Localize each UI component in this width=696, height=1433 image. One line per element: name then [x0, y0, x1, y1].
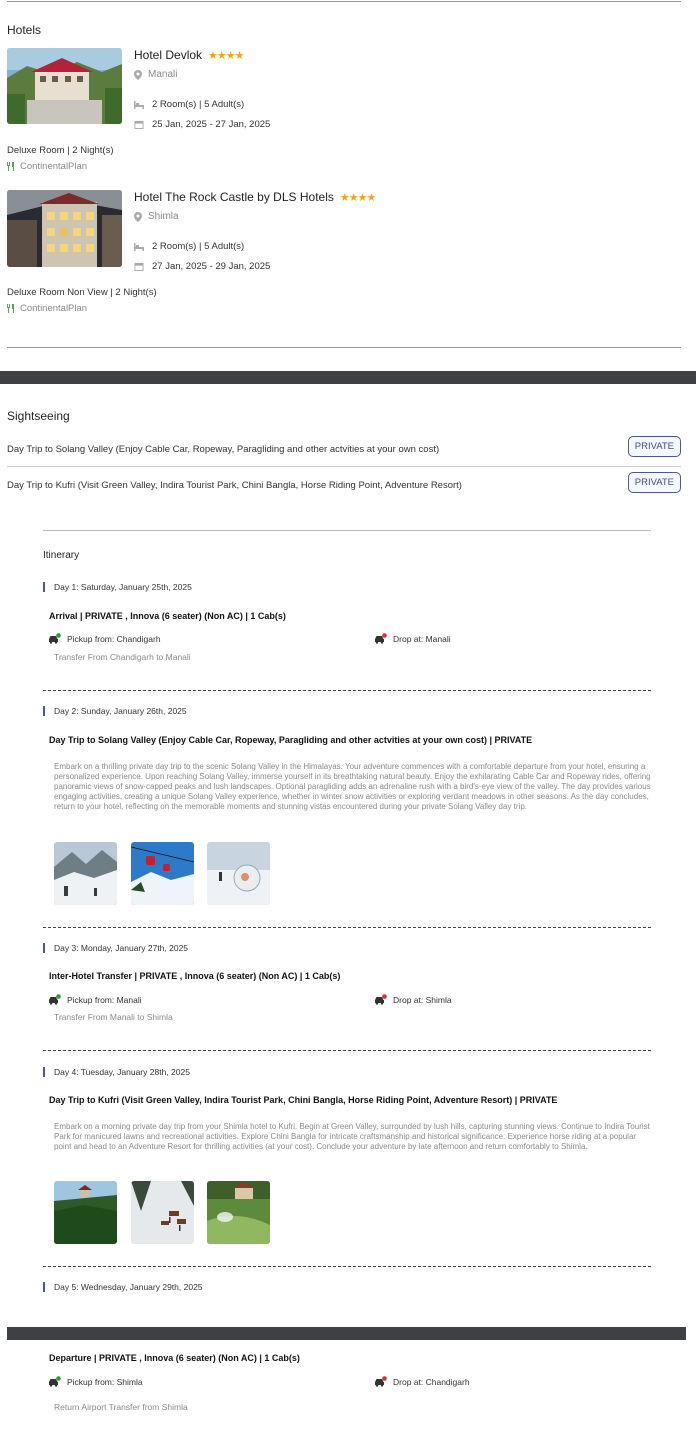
hotel-name-text: Hotel The Rock Castle by DLS Hotels	[134, 190, 334, 204]
day-divider	[43, 927, 651, 928]
activity-photo-cablecar[interactable]	[131, 842, 194, 905]
day-header: Day 5: Wednesday, January 29th, 2025	[43, 1282, 203, 1292]
plan-text: ContinentalPlan	[20, 161, 88, 172]
activity-description: Embark on a morning private day trip fro…	[54, 1122, 650, 1151]
plan-text: ContinentalPlan	[20, 303, 88, 314]
service-title: Arrival | PRIVATE , Innova (6 seater) (N…	[49, 611, 286, 621]
car-drop-icon	[375, 994, 387, 1005]
calendar-icon	[134, 262, 144, 271]
car-drop-icon	[375, 1376, 387, 1387]
room-type: Deluxe Room | 2 Night(s)	[7, 145, 114, 156]
hotel-card: Hotel Devlok ★★★★ Manali 2 Room(s) | 5 A…	[7, 48, 681, 188]
day-divider	[43, 1266, 651, 1267]
day-header: Day 3: Monday, January 27th, 2025	[43, 943, 188, 953]
drop-text: Drop at: Shimla	[393, 994, 452, 1005]
hotel-dates: 27 Jan, 2025 - 29 Jan, 2025	[134, 261, 270, 272]
car-pickup-icon	[49, 1376, 61, 1387]
location-text: Manali	[148, 69, 178, 80]
day-divider	[43, 690, 651, 691]
itinerary-top-divider	[43, 530, 651, 531]
sightseeing-row-divider	[7, 466, 681, 467]
private-badge: PRIVATE	[627, 472, 681, 493]
drop-text: Drop at: Manali	[393, 633, 451, 644]
hotels-bottom-divider	[7, 347, 681, 348]
service-title: Departure | PRIVATE , Innova (6 seater) …	[49, 1353, 300, 1363]
transfer-note: Return Airport Transfer from Shimla	[54, 1402, 188, 1412]
dates-text: 25 Jan, 2025 - 27 Jan, 2025	[152, 119, 271, 130]
activity-photo-valley[interactable]	[54, 1181, 117, 1244]
drop-location: Drop at: Manali	[374, 633, 451, 644]
hotel-rooms: 2 Room(s) | 5 Adult(s)	[134, 99, 244, 110]
day-header: Day 2: Sunday, January 26th, 2025	[43, 706, 187, 716]
transfer-note: Transfer From Manali to Shimla	[54, 1012, 173, 1022]
service-title: Inter-Hotel Transfer | PRIVATE , Innova …	[49, 971, 341, 981]
meal-plan: ContinentalPlan	[7, 161, 87, 172]
top-divider	[7, 1, 681, 2]
private-badge: PRIVATE	[627, 436, 681, 457]
drop-location: Drop at: Chandigarh	[374, 1376, 470, 1387]
meal-plan: ContinentalPlan	[7, 303, 87, 314]
fork-knife-icon	[7, 162, 14, 171]
pickup-text: Pickup from: Chandigarh	[67, 633, 161, 644]
hotel-dates: 25 Jan, 2025 - 27 Jan, 2025	[134, 119, 270, 130]
rooms-text: 2 Room(s) | 5 Adult(s)	[152, 241, 245, 252]
day-header: Day 4: Tuesday, January 28th, 2025	[43, 1067, 190, 1077]
location-text: Shimla	[148, 211, 179, 222]
activity-photo-park[interactable]	[207, 1181, 270, 1244]
calendar-icon	[134, 120, 144, 129]
hotel-rooms: 2 Room(s) | 5 Adult(s)	[134, 241, 244, 252]
sightseeing-row: Day Trip to Kufri (Visit Green Valley, I…	[7, 469, 681, 501]
hotel-name[interactable]: Hotel The Rock Castle by DLS Hotels ★★★★	[134, 190, 376, 204]
page-break-bar	[7, 1327, 686, 1340]
itinerary-heading: Itinerary	[43, 550, 80, 561]
day-header: Day 1: Saturday, January 25th, 2025	[43, 582, 192, 592]
hotel-photo[interactable]	[7, 48, 122, 124]
hotel-name[interactable]: Hotel Devlok ★★★★	[134, 48, 244, 62]
hotel-name-text: Hotel Devlok	[134, 48, 203, 62]
activity-photo-zorb[interactable]	[207, 842, 270, 905]
fork-knife-icon	[7, 304, 14, 313]
hotel-location: Manali	[134, 69, 177, 80]
car-drop-icon	[375, 633, 387, 644]
day-divider	[43, 1050, 651, 1051]
hotel-photo[interactable]	[7, 190, 122, 267]
hotel-location: Shimla	[134, 211, 179, 222]
car-pickup-icon	[49, 633, 61, 644]
bed-icon	[134, 101, 144, 109]
pickup-text: Pickup from: Shimla	[67, 1376, 143, 1387]
pickup-location: Pickup from: Manali	[48, 994, 142, 1005]
rooms-text: 2 Room(s) | 5 Adult(s)	[152, 99, 245, 110]
sightseeing-label: Day Trip to Kufri (Visit Green Valley, I…	[7, 480, 462, 491]
car-pickup-icon	[49, 994, 61, 1005]
hotel-card: Hotel The Rock Castle by DLS Hotels ★★★★…	[7, 190, 681, 330]
bed-icon	[134, 243, 144, 251]
hotels-heading: Hotels	[7, 23, 42, 37]
sightseeing-row: Day Trip to Solang Valley (Enjoy Cable C…	[7, 433, 681, 465]
service-title: Day Trip to Solang Valley (Enjoy Cable C…	[49, 735, 533, 745]
sightseeing-label: Day Trip to Solang Valley (Enjoy Cable C…	[7, 444, 440, 455]
pickup-text: Pickup from: Manali	[67, 994, 142, 1005]
map-pin-icon	[134, 211, 142, 222]
room-type: Deluxe Room Non View | 2 Night(s)	[7, 287, 157, 298]
dates-text: 27 Jan, 2025 - 29 Jan, 2025	[152, 261, 271, 272]
drop-text: Drop at: Chandigarh	[393, 1376, 470, 1387]
star-rating: ★★★★	[208, 49, 244, 62]
activity-photo-snow[interactable]	[54, 842, 117, 905]
map-pin-icon	[134, 69, 142, 80]
drop-location: Drop at: Shimla	[374, 994, 452, 1005]
pickup-location: Pickup from: Chandigarh	[48, 633, 161, 644]
transfer-note: Transfer From Chandigarh to Manali	[54, 652, 191, 662]
section-divider-bar	[0, 371, 696, 384]
pickup-location: Pickup from: Shimla	[48, 1376, 143, 1387]
activity-description: Embark on a thrilling private day trip t…	[54, 762, 651, 811]
star-rating: ★★★★	[339, 191, 376, 204]
sightseeing-heading: Sightseeing	[7, 409, 70, 423]
activity-photo-horses[interactable]	[131, 1181, 194, 1244]
service-title: Day Trip to Kufri (Visit Green Valley, I…	[49, 1095, 558, 1105]
